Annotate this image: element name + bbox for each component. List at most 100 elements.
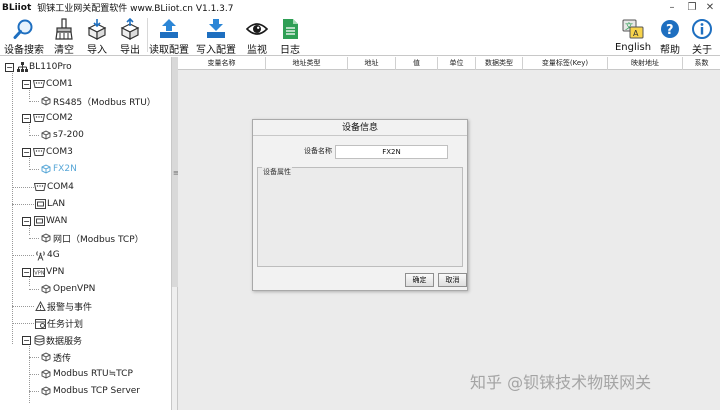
col-mapped-address[interactable]: 映射地址 [608, 57, 683, 70]
collapse-toggle[interactable]: − [5, 62, 14, 72]
col-address[interactable]: 地址 [348, 57, 396, 70]
tree-node-label: OpenVPN [53, 284, 96, 294]
network-tree-icon [16, 61, 28, 73]
antenna-icon [34, 250, 46, 261]
tree-node-com2[interactable]: − COM2 [22, 110, 73, 126]
tree-node-rs485[interactable]: RS485（Modbus RTU） [40, 93, 156, 109]
english-label: English [614, 42, 652, 53]
tree-node-vpn[interactable]: − VPN VPN [22, 264, 64, 280]
info-icon [690, 17, 714, 40]
collapse-toggle[interactable]: − [22, 113, 31, 123]
language-icon: 文A [621, 17, 645, 41]
col-data-type[interactable]: 数据类型 [476, 57, 523, 70]
col-variable-key[interactable]: 变量标签(Key) [523, 57, 608, 70]
tree-connector [29, 289, 39, 290]
tree-node-label: Modbus TCP Server [53, 386, 141, 396]
tree-node-wan-port[interactable]: 网口（Modbus TCP） [40, 230, 144, 246]
col-value[interactable]: 值 [396, 57, 438, 70]
col-address-type[interactable]: 地址类型 [266, 57, 348, 70]
export-button[interactable]: 导出 [116, 15, 144, 56]
device-tree: − BL110Pro − COM1 RS485（Modbus RTU） − CO… [0, 57, 172, 410]
window-title: 钡铼工业网关配置软件 www.BLiiot.cn V1.1.3.7 [37, 4, 234, 14]
restore-button[interactable]: ❐ [684, 0, 700, 15]
collapse-toggle[interactable]: − [22, 216, 31, 226]
read-config-button[interactable]: 读取配置 [148, 15, 190, 56]
tree-node-label: 数据服务 [46, 336, 83, 347]
tree-node-openvpn[interactable]: OpenVPN [40, 281, 95, 297]
help-label: 帮助 [660, 45, 680, 56]
device-properties-group: 设备属性 [257, 167, 463, 267]
tree-connector [29, 101, 39, 102]
tree-node-label: 任务计划 [47, 319, 84, 330]
watermark-text: 知乎 @钡铼技术物联网关 [470, 373, 652, 392]
col-variable-name[interactable]: 变量名称 [178, 57, 266, 70]
tree-node-modbus-rtu-tcp[interactable]: Modbus RTU≒TCP [40, 366, 133, 382]
export-label: 导出 [120, 45, 140, 56]
tree-node-label: Modbus RTU≒TCP [53, 369, 133, 379]
log-button[interactable]: 日志 [276, 15, 304, 56]
device-cube-icon [40, 96, 52, 107]
tree-node-label: COM3 [46, 147, 73, 157]
svg-text:A: A [633, 29, 639, 38]
tree-connector [29, 357, 39, 358]
tree-node-s7-200[interactable]: s7-200 [40, 127, 84, 143]
tree-node-label: VPN [46, 267, 65, 277]
table-header: 变量名称 地址类型 地址 值 单位 数据类型 变量标签(Key) 映射地址 系数 [178, 57, 720, 70]
tree-node-label: 4G [47, 250, 60, 260]
tree-node-wan[interactable]: − WAN [22, 213, 67, 229]
serial-port-icon [33, 147, 45, 158]
device-cube-icon [40, 130, 52, 141]
help-button[interactable]: ? 帮助 [656, 15, 684, 56]
search-icon [12, 17, 36, 40]
tree-connector [12, 255, 34, 256]
device-name-label: 设备名称 [304, 147, 332, 155]
tree-node-passthrough[interactable]: 透传 [40, 349, 71, 365]
tree-node-com4[interactable]: COM4 [34, 179, 74, 195]
tree-node-lan[interactable]: LAN [34, 196, 65, 212]
tree-node-label: 网口（Modbus TCP） [53, 234, 144, 245]
tree-node-com3[interactable]: − COM3 [22, 144, 73, 160]
tree-node-data-service[interactable]: − 数据服务 [22, 332, 82, 348]
calendar-icon [34, 318, 46, 329]
device-name-input[interactable]: FX2N [335, 145, 448, 159]
col-unit[interactable]: 单位 [438, 57, 476, 70]
col-coefficient[interactable]: 系数 [683, 57, 720, 70]
device-properties-title: 设备属性 [262, 167, 292, 177]
tree-node-alarm[interactable]: 报警与事件 [34, 298, 92, 314]
tree-node-label: s7-200 [53, 130, 84, 140]
ok-button[interactable]: 确定 [405, 273, 434, 287]
device-cube-icon [40, 352, 52, 363]
tree-node-label: COM2 [46, 113, 73, 123]
tree-node-com1[interactable]: − COM1 [22, 76, 73, 92]
tree-node-modbus-tcp-server[interactable]: Modbus TCP Server [40, 383, 140, 399]
tree-node-fx2n[interactable]: FX2N [40, 161, 77, 177]
device-cube-icon [40, 164, 52, 175]
tree-node-task[interactable]: 任务计划 [34, 315, 83, 331]
english-button[interactable]: 文A English [614, 15, 652, 56]
monitor-button[interactable]: 监视 [243, 15, 271, 56]
clear-button[interactable]: 清空 [50, 15, 78, 56]
import-button[interactable]: 导入 [83, 15, 111, 56]
collapse-toggle[interactable]: − [22, 79, 31, 89]
vpn-badge-icon: VPN [33, 267, 45, 278]
minimize-button[interactable]: – [664, 0, 680, 15]
tree-connector [29, 135, 39, 136]
collapse-toggle[interactable]: − [22, 335, 31, 345]
tree-node-label: 报警与事件 [47, 302, 93, 313]
about-button[interactable]: 关于 [688, 15, 716, 56]
download-arrow-icon [204, 17, 228, 40]
tree-node-root[interactable]: − BL110Pro [5, 59, 72, 75]
device-cube-icon [40, 233, 52, 244]
device-search-button[interactable]: 设备搜索 [3, 15, 45, 56]
write-config-button[interactable]: 写入配置 [195, 15, 237, 56]
cancel-button[interactable]: 取消 [438, 273, 467, 287]
device-cube-icon [40, 369, 52, 380]
close-button[interactable]: ✕ [702, 0, 718, 15]
about-label: 关于 [692, 45, 712, 56]
tree-node-label: FX2N [53, 164, 77, 174]
serial-port-icon [34, 182, 46, 193]
collapse-toggle[interactable]: − [22, 147, 31, 157]
tree-node-4g[interactable]: 4G [34, 247, 60, 263]
collapse-toggle[interactable]: − [22, 267, 31, 277]
tree-node-label: 透传 [53, 353, 72, 364]
